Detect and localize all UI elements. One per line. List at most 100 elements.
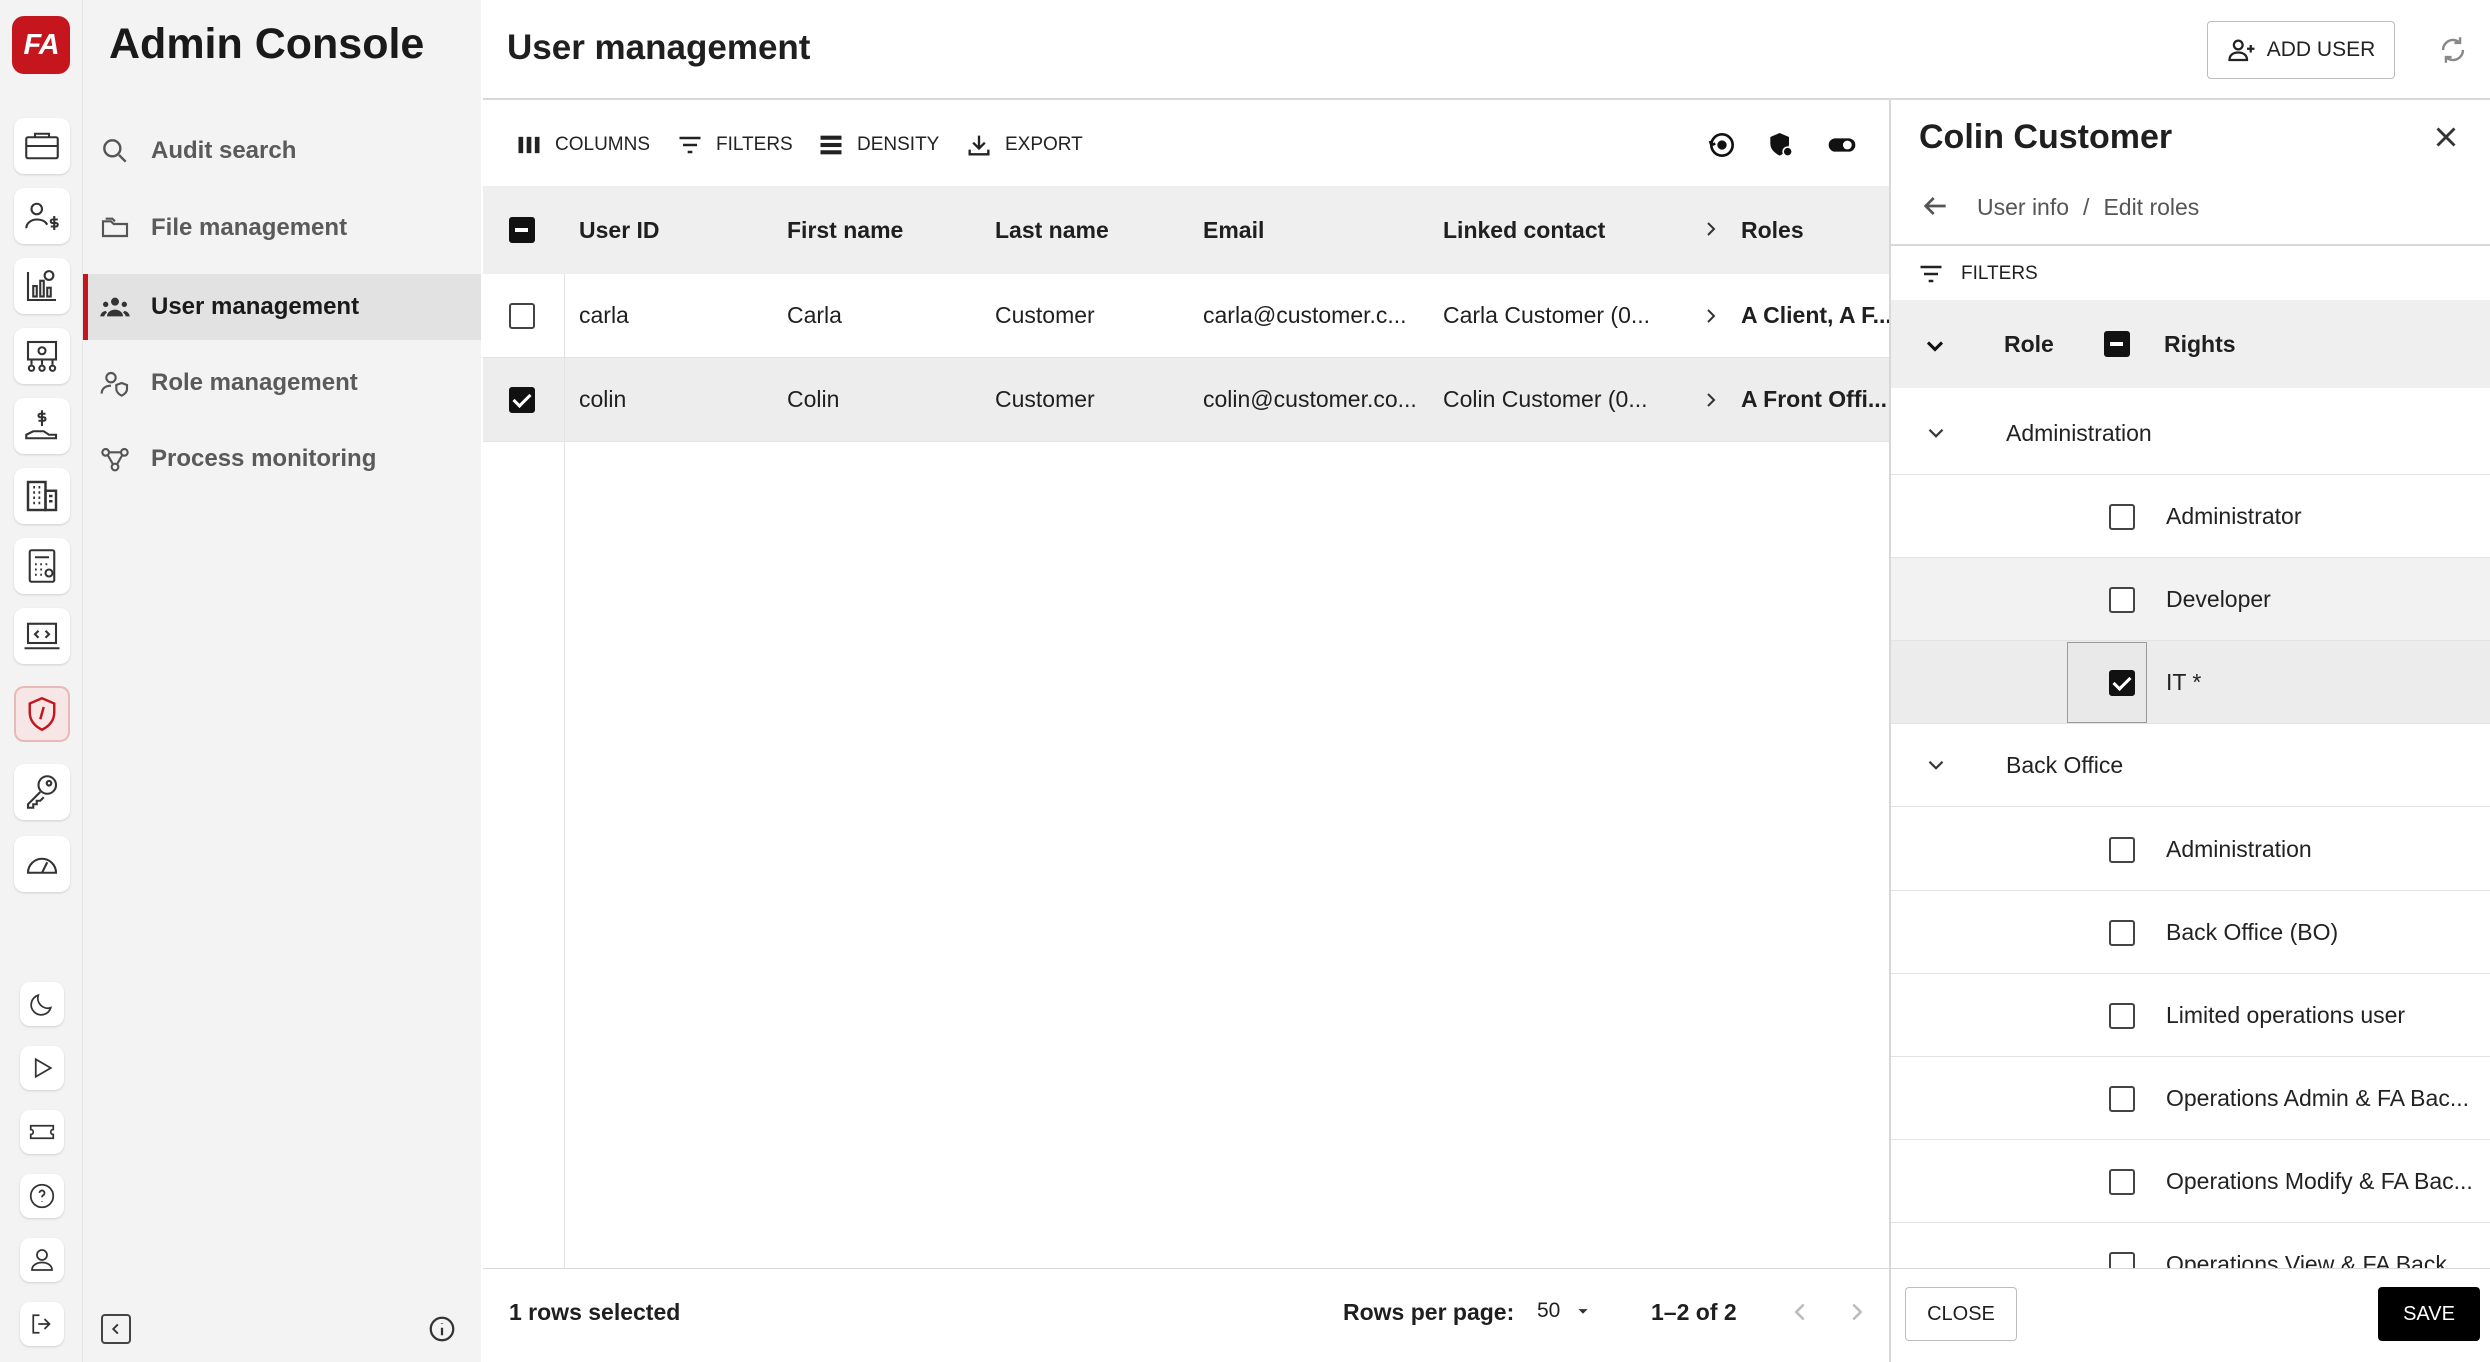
- user-icon[interactable]: [20, 1238, 64, 1282]
- drawer-footer: CLOSE SAVE: [1891, 1268, 2490, 1362]
- density-icon: [820, 135, 842, 155]
- analytics-icon[interactable]: [14, 258, 70, 314]
- rows-per-page-select[interactable]: 50: [1537, 1293, 1594, 1329]
- right-checkbox[interactable]: [2109, 1003, 2135, 1029]
- nav-item-audit-search[interactable]: Audit search: [83, 118, 481, 184]
- page-range: 1–2 of 2: [1651, 1299, 1737, 1325]
- play-icon[interactable]: [20, 1046, 64, 1090]
- column-header-last-name[interactable]: Last name: [995, 186, 1109, 274]
- role-group-row[interactable]: Administration: [1891, 392, 2490, 475]
- logo-text: FA: [23, 28, 59, 61]
- key-icon[interactable]: [14, 764, 70, 820]
- process-icon: [101, 447, 129, 472]
- building-icon[interactable]: [14, 468, 70, 524]
- columns-label: COLUMNS: [555, 134, 651, 155]
- collapse-sidebar-icon[interactable]: [101, 1314, 131, 1344]
- right-label: Administration: [2166, 836, 2312, 862]
- role-group-row[interactable]: Back Office: [1891, 724, 2490, 807]
- cell-first-name: Colin: [787, 386, 840, 412]
- breadcrumb-separator: /: [2083, 194, 2090, 220]
- code-icon[interactable]: [14, 608, 70, 664]
- right-row[interactable]: Limited operations user: [1891, 974, 2490, 1057]
- filter-icon: [679, 136, 701, 154]
- chevron-down-icon[interactable]: [1923, 752, 1949, 778]
- right-checkbox[interactable]: [2109, 920, 2135, 946]
- page-title: User management: [507, 28, 811, 67]
- export-button[interactable]: EXPORT: [965, 128, 1083, 162]
- save-button[interactable]: SAVE: [2378, 1287, 2480, 1341]
- role-group-name: Administration: [2006, 420, 2152, 446]
- density-button[interactable]: DENSITY: [817, 128, 939, 162]
- portfolio-icon[interactable]: [14, 118, 70, 174]
- table-row[interactable]: carla Carla Customer carla@customer.c...…: [483, 274, 1892, 358]
- payments-icon[interactable]: [14, 398, 70, 454]
- fa-logo[interactable]: FA: [12, 16, 70, 74]
- nav-item-user-management[interactable]: User management: [83, 274, 481, 340]
- column-header-first-name[interactable]: First name: [787, 186, 903, 274]
- nav-item-process-monitoring[interactable]: Process monitoring: [83, 426, 481, 492]
- right-checkbox[interactable]: [2109, 504, 2135, 530]
- drawer-filters-button[interactable]: FILTERS: [1917, 260, 2038, 288]
- right-row[interactable]: Developer: [1891, 558, 2490, 641]
- history-toggle-icon[interactable]: [1706, 129, 1738, 161]
- right-checkbox[interactable]: [2109, 670, 2135, 696]
- close-button[interactable]: CLOSE: [1905, 1287, 2017, 1341]
- info-icon[interactable]: [427, 1314, 457, 1344]
- column-header-email[interactable]: Email: [1203, 186, 1264, 274]
- chevron-right-icon[interactable]: [1699, 388, 1723, 417]
- cell-user-id: colin: [579, 386, 627, 412]
- next-page-icon[interactable]: [1842, 1297, 1872, 1332]
- org-chart-icon[interactable]: [14, 328, 70, 384]
- client-money-icon[interactable]: [14, 188, 70, 244]
- nav-item-role-management[interactable]: Role management: [83, 350, 481, 416]
- gauge-icon[interactable]: [14, 836, 70, 892]
- toggle-icon[interactable]: [1825, 129, 1859, 161]
- right-row[interactable]: Administration: [1891, 808, 2490, 891]
- right-checkbox[interactable]: [2109, 1086, 2135, 1112]
- right-row[interactable]: Back Office (BO): [1891, 891, 2490, 974]
- chevron-right-icon[interactable]: [1699, 304, 1723, 333]
- breadcrumb-user-info[interactable]: User info: [1977, 194, 2069, 221]
- back-arrow-icon[interactable]: [1919, 190, 1951, 227]
- role-group-name: Back Office: [2006, 752, 2124, 778]
- chevron-down-icon[interactable]: [1923, 420, 1949, 446]
- close-icon[interactable]: [2429, 120, 2463, 159]
- right-row[interactable]: IT *: [1891, 641, 2490, 724]
- right-checkbox[interactable]: [2109, 837, 2135, 863]
- add-user-button[interactable]: ADD USER: [2207, 21, 2395, 79]
- right-checkbox[interactable]: [2109, 587, 2135, 613]
- download-icon: [968, 135, 990, 156]
- ticket-icon[interactable]: [20, 1110, 64, 1154]
- chevron-right-icon[interactable]: [1699, 217, 1723, 246]
- filters-button[interactable]: FILTERS: [676, 128, 793, 162]
- moon-icon[interactable]: [20, 982, 64, 1026]
- right-row[interactable]: Operations Admin & FA Bac...: [1891, 1057, 2490, 1140]
- nav-panel: Admin Console Audit search File manageme…: [83, 0, 481, 1362]
- right-checkbox[interactable]: [2109, 1169, 2135, 1195]
- table-footer: 1 rows selected Rows per page: 50 1–2 of…: [483, 1268, 1889, 1358]
- filter-icon: [1920, 265, 1942, 283]
- column-header-linked-contact[interactable]: Linked contact: [1443, 186, 1605, 274]
- column-header-user-id[interactable]: User ID: [579, 186, 660, 274]
- right-row[interactable]: Operations Modify & FA Bac...: [1891, 1140, 2490, 1223]
- expand-all-icon[interactable]: [1921, 332, 1949, 365]
- table-row[interactable]: colin Colin Customer colin@customer.co..…: [483, 358, 1889, 442]
- refresh-icon[interactable]: [2436, 33, 2470, 67]
- select-all-rights-checkbox[interactable]: [2104, 331, 2130, 357]
- logout-icon[interactable]: [20, 1302, 64, 1346]
- calculator-icon[interactable]: [14, 538, 70, 594]
- column-header-roles[interactable]: Roles: [1741, 186, 1804, 274]
- right-label: Operations Admin & FA Bac...: [2166, 1085, 2469, 1111]
- nav-item-file-management[interactable]: File management: [83, 195, 481, 261]
- drawer-filters-label: FILTERS: [1961, 263, 2038, 284]
- shield-icon[interactable]: [14, 686, 70, 742]
- roles-header-row: Role Rights: [1891, 300, 2490, 388]
- prev-page-icon[interactable]: [1785, 1297, 1815, 1332]
- select-all-checkbox[interactable]: [509, 217, 535, 243]
- columns-button[interactable]: COLUMNS: [515, 128, 650, 162]
- density-label: DENSITY: [857, 134, 940, 155]
- shield-filter-icon[interactable]: [1765, 129, 1797, 161]
- help-icon[interactable]: [20, 1174, 64, 1218]
- nav-item-label: Process monitoring: [151, 445, 377, 472]
- right-row[interactable]: Administrator: [1891, 475, 2490, 558]
